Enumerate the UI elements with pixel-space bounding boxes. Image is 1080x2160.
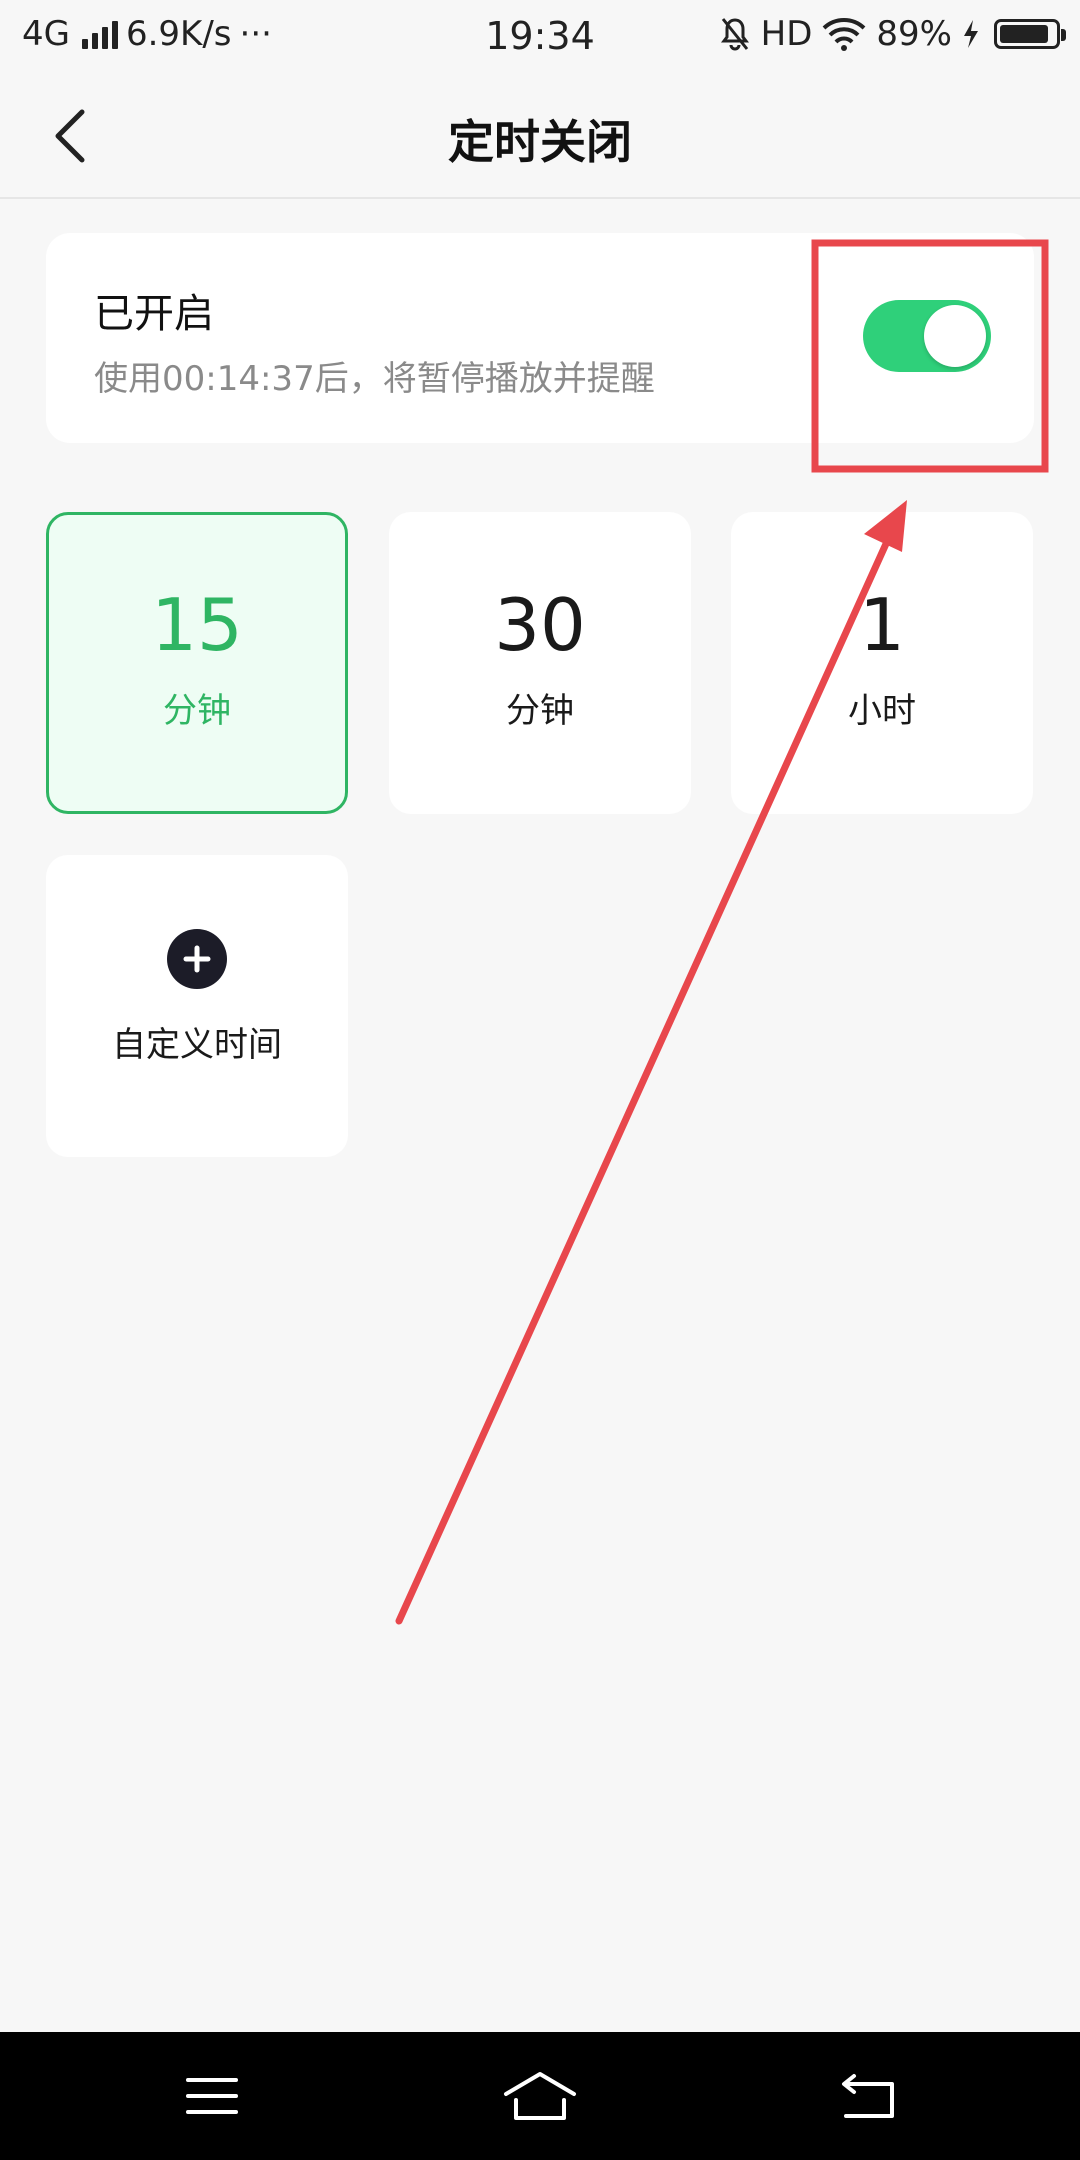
menu-icon: [186, 2078, 238, 2114]
timer-toggle-switch[interactable]: [863, 300, 991, 372]
nav-menu-button[interactable]: [162, 2056, 262, 2136]
timer-status-description: 使用00:14:37后，将暂停播放并提醒: [94, 359, 655, 399]
screen: 4G 6.9K/s ··· 19:34 HD 89% 定时关闭 已开启 使用00…: [0, 0, 1080, 2160]
battery-fill: [1000, 25, 1048, 43]
timer-status-title: 已开启: [94, 291, 214, 337]
option-unit: 分钟: [163, 690, 231, 731]
plus-glyph: [183, 945, 211, 972]
header: 定时关闭: [0, 70, 1080, 199]
option-unit: 小时: [848, 690, 916, 731]
hd-badge: HD: [760, 14, 813, 54]
timer-status-card: 已开启 使用00:14:37后，将暂停播放并提醒: [46, 233, 1034, 443]
return-icon: [842, 2074, 894, 2118]
charging-icon: [964, 20, 978, 48]
option-15-minutes[interactable]: 15 分钟: [46, 512, 348, 814]
custom-time-label: 自定义时间: [112, 1024, 282, 1065]
option-1-hour[interactable]: 1 小时: [731, 512, 1033, 814]
battery-percent: 89%: [876, 14, 952, 54]
home-icon: [504, 2072, 576, 2120]
mute-bell-icon: [720, 18, 749, 51]
plus-icon: [167, 928, 227, 989]
option-30-minutes[interactable]: 30 分钟: [389, 512, 691, 814]
status-bar: 4G 6.9K/s ··· 19:34 HD 89%: [0, 0, 1080, 70]
nav-back-button[interactable]: [818, 2056, 918, 2136]
status-right: HD 89%: [719, 14, 1066, 54]
nav-home-button[interactable]: [490, 2056, 590, 2136]
toggle-knob: [924, 305, 986, 367]
option-value: 15: [151, 582, 243, 667]
system-nav-bar: [0, 2032, 1080, 2160]
option-value: 30: [494, 582, 586, 667]
option-custom-time[interactable]: 自定义时间: [46, 855, 348, 1157]
battery-icon: [994, 19, 1066, 49]
page-title: 定时关闭: [448, 115, 632, 169]
option-unit: 分钟: [506, 690, 574, 731]
wifi-icon: [823, 18, 866, 51]
option-value: 1: [859, 582, 905, 667]
